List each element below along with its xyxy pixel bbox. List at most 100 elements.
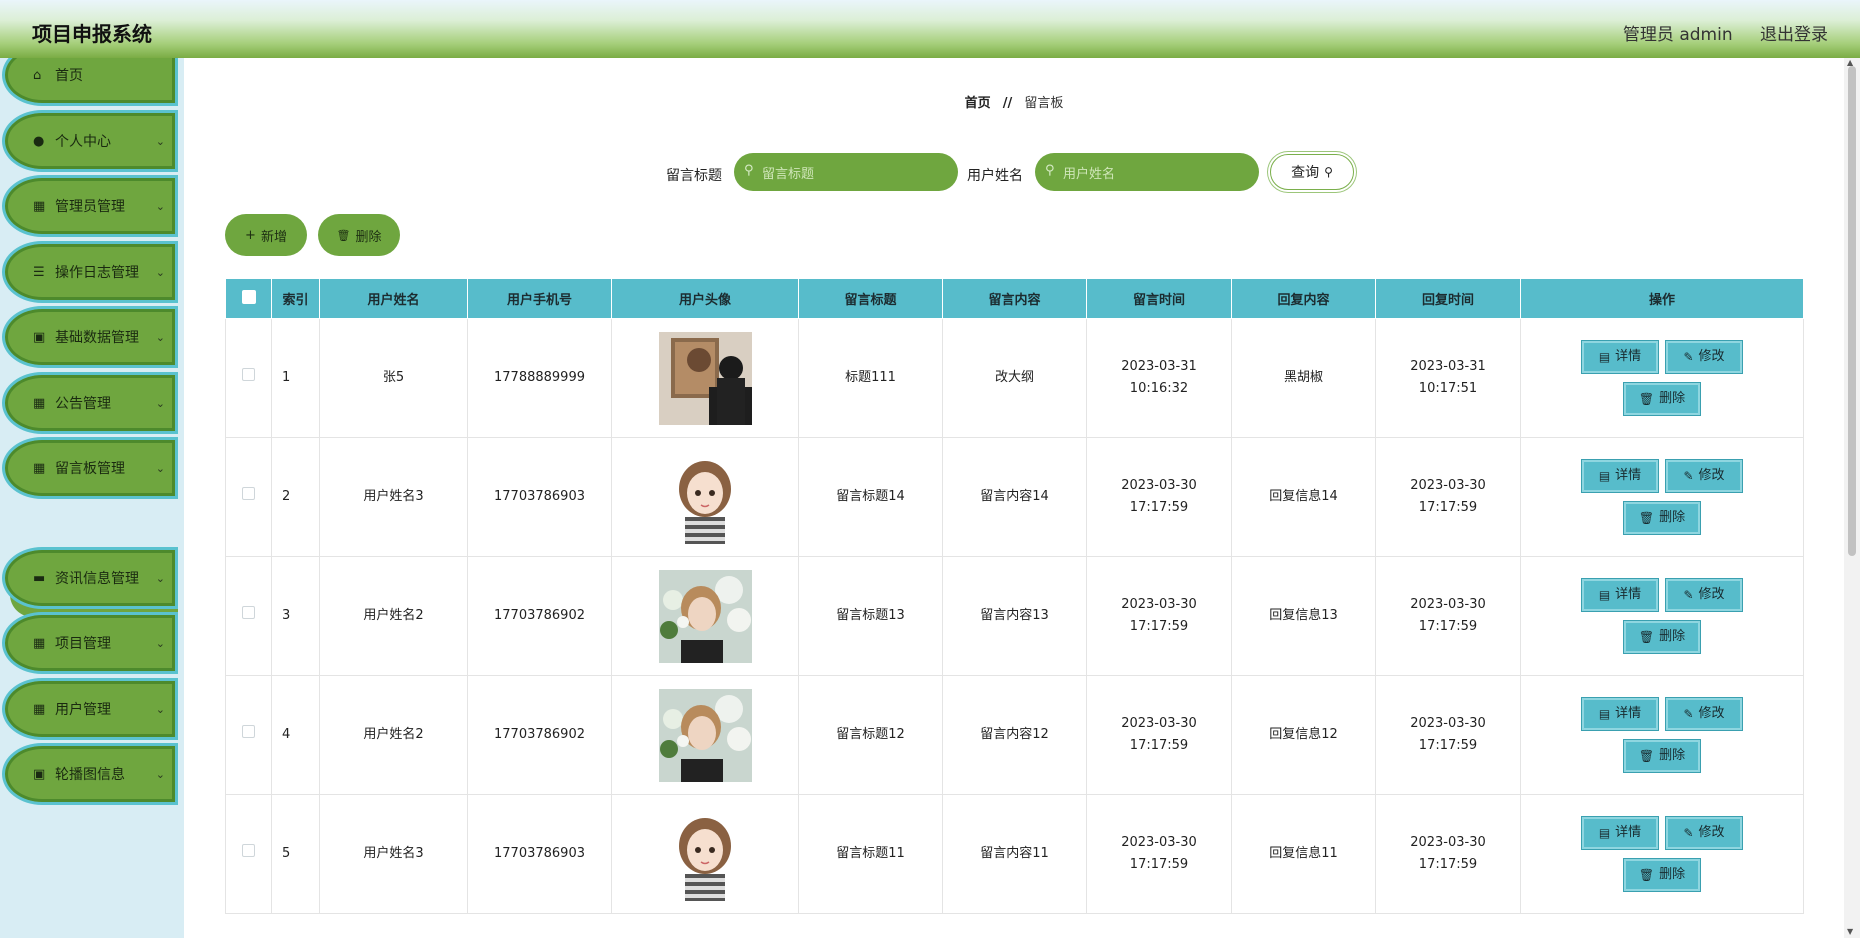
row-delete-button[interactable]: 🗑 删除 bbox=[1623, 739, 1701, 773]
trash-icon: 🗑 bbox=[1638, 630, 1655, 644]
table-row: 5 用户姓名3 17703786903 留言标题11 留言内容11 2023-03-30 … bbox=[225, 794, 1804, 914]
name-search-placeholder: 用户姓名 bbox=[1063, 166, 1116, 182]
sidebar-item-news[interactable]: ▬ 资讯信息管理 ⌄ bbox=[2, 547, 178, 609]
main-content: 首页 // 留言板 留言标题 ⚲ 留言标题 用户姓名 ⚲ 用户姓名 查询 ⚲ +… bbox=[184, 58, 1860, 938]
sidebar-item-project[interactable]: ▦ 项目管理 ⌄ bbox=[2, 612, 178, 674]
detail-button[interactable]: ▤ 详情 bbox=[1581, 340, 1659, 374]
message-table: 索引 用户姓名 用户手机号 用户头像 留言标题 留言内容 留言时间 回复内容 回… bbox=[225, 278, 1804, 914]
cell-message-title: 留言标题11 bbox=[798, 794, 943, 914]
document-icon: ▤ bbox=[1598, 588, 1611, 602]
table-body: 1 张5 17788889999 标题111 改大纲 2023-03-31 10:16:3… bbox=[225, 318, 1804, 914]
sidebar-item-operation-log[interactable]: ☰ 操作日志管理 ⌄ bbox=[2, 241, 178, 303]
edit-button[interactable]: ✎ 修改 bbox=[1665, 578, 1743, 612]
cell-reply-content: 回复信息12 bbox=[1231, 675, 1376, 795]
row-checkbox[interactable] bbox=[225, 437, 272, 557]
pencil-icon: ✎ bbox=[1683, 469, 1694, 483]
clipboard-icon: ▣ bbox=[33, 329, 46, 345]
sidebar-item-message-board[interactable]: ▦ 留言板管理 ⌄ bbox=[2, 437, 178, 499]
row-delete-button-label: 删除 bbox=[1659, 867, 1686, 882]
detail-button[interactable]: ▤ 详情 bbox=[1581, 697, 1659, 731]
chevron-down-icon: ⌄ bbox=[155, 702, 165, 716]
cell-operations: ▤ 详情 ✎ 修改 🗑 删除 bbox=[1520, 794, 1804, 914]
select-all-checkbox[interactable] bbox=[225, 278, 272, 319]
cell-reply-content: 回复信息13 bbox=[1231, 556, 1376, 676]
trash-icon: 🗑 bbox=[1638, 392, 1655, 406]
column-header: 留言时间 bbox=[1086, 278, 1232, 319]
cell-user-phone: 17703786902 bbox=[467, 675, 612, 795]
add-button-label: 新增 bbox=[260, 229, 287, 245]
sliders-icon: ☰ bbox=[33, 264, 45, 280]
detail-button-label: 详情 bbox=[1615, 587, 1642, 602]
top-header: 项目申报系统 管理员 admin 退出登录 bbox=[0, 0, 1860, 58]
scroll-down-arrow-icon[interactable]: ▼ bbox=[1847, 927, 1853, 936]
row-delete-button[interactable]: 🗑 删除 bbox=[1623, 501, 1701, 535]
detail-button-label: 详情 bbox=[1615, 825, 1642, 840]
sidebar-item-label: 基础数据管理 bbox=[55, 330, 139, 346]
grid-icon: ▦ bbox=[33, 635, 46, 651]
avatar bbox=[658, 569, 752, 663]
edit-button-label: 修改 bbox=[1698, 706, 1725, 721]
row-checkbox[interactable] bbox=[225, 794, 272, 914]
detail-button[interactable]: ▤ 详情 bbox=[1581, 578, 1659, 612]
cell-user-avatar bbox=[611, 437, 799, 557]
sidebar-item-user[interactable]: ▦ 用户管理 ⌄ bbox=[2, 678, 178, 740]
cell-user-avatar bbox=[611, 556, 799, 676]
edit-button[interactable]: ✎ 修改 bbox=[1665, 697, 1743, 731]
cell-operations: ▤ 详情 ✎ 修改 🗑 删除 bbox=[1520, 318, 1804, 438]
row-checkbox[interactable] bbox=[225, 556, 272, 676]
detail-button-label: 详情 bbox=[1615, 468, 1642, 483]
sidebar-item-carousel[interactable]: ▣ 轮播图信息 ⌄ bbox=[2, 743, 178, 805]
grid-icon: ▦ bbox=[33, 395, 46, 411]
detail-button[interactable]: ▤ 详情 bbox=[1581, 816, 1659, 850]
avatar bbox=[658, 331, 752, 425]
add-button[interactable]: + 新增 bbox=[225, 214, 307, 256]
query-button[interactable]: 查询 ⚲ bbox=[1270, 154, 1354, 190]
cell-message-time: 2023-03-30 17:17:59 bbox=[1086, 437, 1232, 557]
name-search-input[interactable]: ⚲ 用户姓名 bbox=[1035, 153, 1259, 191]
document-icon: ▤ bbox=[1598, 469, 1611, 483]
cell-message-time: 2023-03-30 17:17:59 bbox=[1086, 675, 1232, 795]
title-search-input[interactable]: ⚲ 留言标题 bbox=[734, 153, 958, 191]
row-delete-button[interactable]: 🗑 删除 bbox=[1623, 382, 1701, 416]
edit-button[interactable]: ✎ 修改 bbox=[1665, 340, 1743, 374]
cell-message-content: 改大纲 bbox=[942, 318, 1087, 438]
cell-message-time: 2023-03-30 17:17:59 bbox=[1086, 556, 1232, 676]
row-checkbox[interactable] bbox=[225, 675, 272, 795]
sidebar-item-basic-data[interactable]: ▣ 基础数据管理 ⌄ bbox=[2, 306, 178, 368]
current-user-label[interactable]: 管理员 admin bbox=[1623, 25, 1733, 45]
home-icon: ⌂ bbox=[33, 67, 42, 83]
breadcrumb-home[interactable]: 首页 bbox=[965, 96, 991, 111]
pencil-icon: ✎ bbox=[1683, 826, 1694, 840]
pencil-icon: ✎ bbox=[1683, 707, 1694, 721]
trash-icon: 🗑 bbox=[1638, 749, 1655, 763]
row-checkbox[interactable] bbox=[225, 318, 272, 438]
row-delete-button[interactable]: 🗑 删除 bbox=[1623, 858, 1701, 892]
page-scrollbar[interactable]: ▲ ▼ bbox=[1844, 58, 1860, 938]
sidebar-item-admin-management[interactable]: ▦ 管理员管理 ⌄ bbox=[2, 175, 178, 237]
sidebar-item-personal-center[interactable]: ● 个人中心 ⌄ bbox=[2, 110, 178, 172]
cell-reply-time: 2023-03-31 10:17:51 bbox=[1375, 318, 1521, 438]
cell-message-content: 留言内容14 bbox=[942, 437, 1087, 557]
header-user-area: 管理员 admin 退出登录 bbox=[1601, 20, 1828, 45]
breadcrumb-current: 留言板 bbox=[1024, 96, 1064, 111]
row-delete-button-label: 删除 bbox=[1659, 391, 1686, 406]
cell-message-title: 留言标题14 bbox=[798, 437, 943, 557]
row-delete-button[interactable]: 🗑 删除 bbox=[1623, 620, 1701, 654]
scrollbar-thumb[interactable] bbox=[1848, 66, 1856, 556]
chevron-down-icon: ⌄ bbox=[155, 396, 165, 410]
logout-link[interactable]: 退出登录 bbox=[1760, 25, 1828, 45]
cell-user-phone: 17703786902 bbox=[467, 556, 612, 676]
edit-button[interactable]: ✎ 修改 bbox=[1665, 816, 1743, 850]
edit-button[interactable]: ✎ 修改 bbox=[1665, 459, 1743, 493]
chevron-down-icon: ⌄ bbox=[155, 265, 165, 279]
column-header: 操作 bbox=[1520, 278, 1804, 319]
cell-user-name: 用户姓名2 bbox=[319, 675, 468, 795]
image-icon: ▣ bbox=[33, 766, 46, 782]
cell-user-name: 张5 bbox=[319, 318, 468, 438]
cell-user-phone: 17703786903 bbox=[467, 794, 612, 914]
column-header: 用户手机号 bbox=[467, 278, 612, 319]
detail-button[interactable]: ▤ 详情 bbox=[1581, 459, 1659, 493]
cell-user-name: 用户姓名3 bbox=[319, 794, 468, 914]
sidebar-item-announcement[interactable]: ▦ 公告管理 ⌄ bbox=[2, 372, 178, 434]
batch-delete-button[interactable]: 🗑 删除 bbox=[318, 214, 400, 256]
